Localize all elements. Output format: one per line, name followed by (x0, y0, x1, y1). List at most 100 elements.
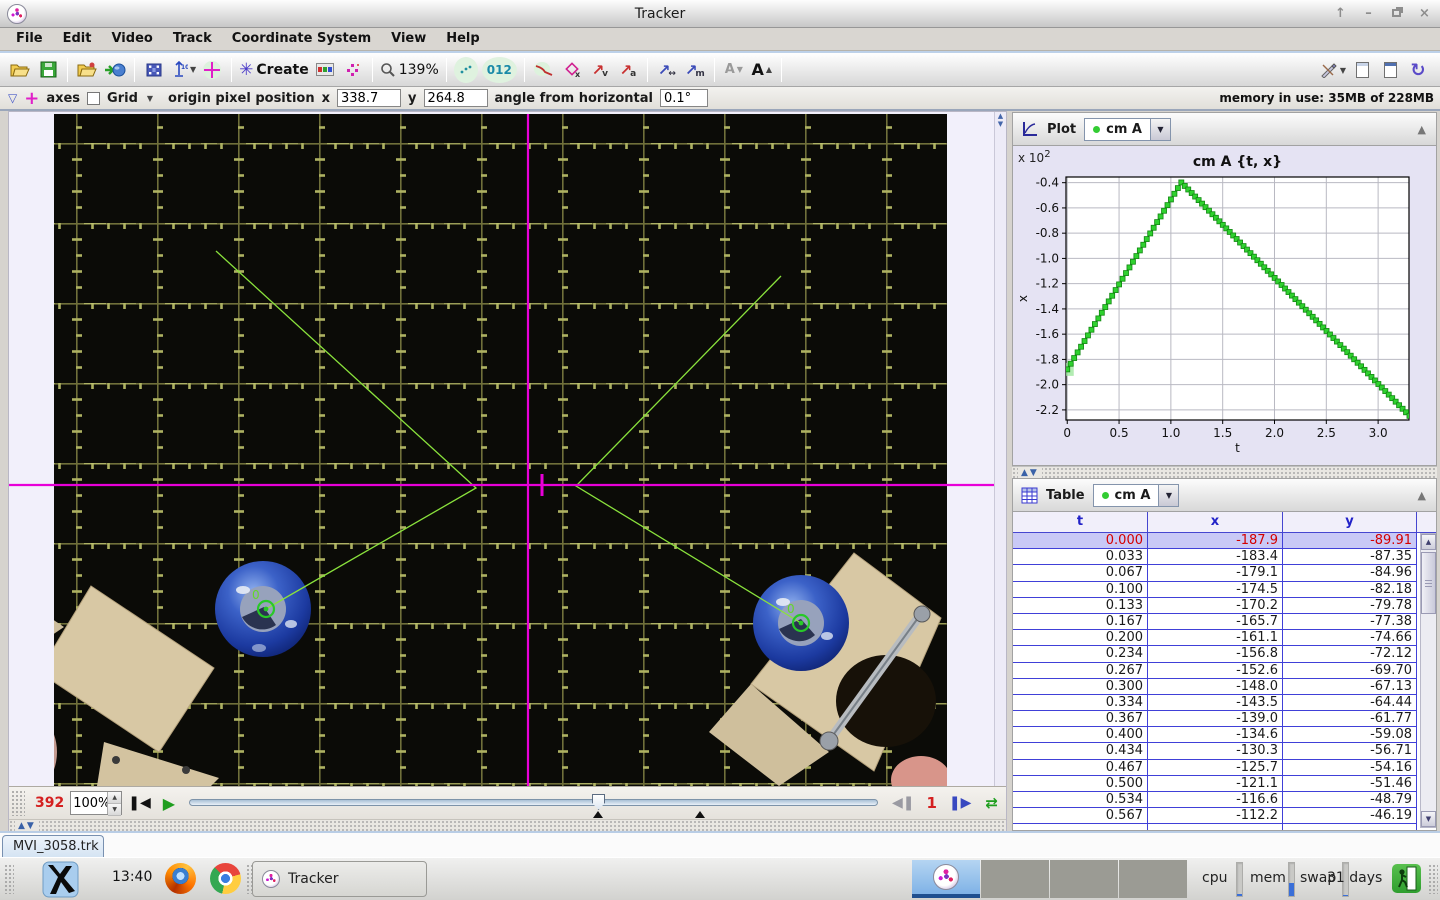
bottom-splitter[interactable]: ▲▼ (9, 819, 1006, 831)
menu-video[interactable]: Video (101, 28, 162, 50)
column-header-t[interactable]: t (1013, 512, 1148, 532)
video-vertical-scrollbar[interactable]: ▲▼ (994, 112, 1006, 786)
table-cell[interactable]: -130.3 (1148, 743, 1283, 758)
table-row[interactable]: 0.200-161.1-74.66 (1013, 630, 1417, 646)
table-cell[interactable]: -125.7 (1148, 760, 1283, 775)
clock[interactable]: 13:40 (112, 869, 152, 885)
spectral-line-icon[interactable] (341, 57, 365, 83)
table-row[interactable]: 0.400-134.6-59.08 (1013, 727, 1417, 743)
stretch-momentum-icon[interactable]: ↗m (683, 57, 707, 83)
table-row[interactable] (1013, 824, 1417, 831)
table-row[interactable]: 0.267-152.6-69.70 (1013, 663, 1417, 679)
table-track-dropdown[interactable]: cm A ▼ (1093, 484, 1180, 507)
panel-grip[interactable] (4, 864, 14, 894)
table-cell[interactable]: -54.16 (1283, 760, 1417, 775)
table-cell[interactable]: 0.067 (1013, 565, 1148, 580)
table-row[interactable]: 0.033-183.4-87.35 (1013, 549, 1417, 565)
table-row[interactable]: 0.300-148.0-67.13 (1013, 679, 1417, 695)
table-scrollbar[interactable]: ▲ ▼ (1420, 533, 1437, 828)
logout-button[interactable] (1392, 864, 1421, 893)
splitter-arrows-icon[interactable]: ▲▼ (15, 821, 39, 831)
table-cell[interactable]: 0.300 (1013, 679, 1148, 694)
panel-splitter[interactable]: ▲▼ (1012, 466, 1437, 478)
column-header-y[interactable]: y (1283, 512, 1417, 532)
table-cell[interactable]: -46.19 (1283, 808, 1417, 823)
table-cell[interactable]: -148.0 (1148, 679, 1283, 694)
frame-slider[interactable] (189, 791, 878, 815)
table-cell[interactable] (1283, 824, 1417, 831)
clip-settings-icon[interactable] (142, 57, 166, 83)
table-row[interactable]: 0.467-125.7-54.16 (1013, 760, 1417, 776)
slider-track[interactable] (189, 799, 878, 806)
table-cell[interactable]: -89.91 (1283, 533, 1417, 548)
slider-thumb[interactable] (592, 794, 605, 810)
zoom-icon[interactable]: 139% (380, 57, 439, 83)
positions-icon[interactable]: x (560, 57, 584, 83)
table-row[interactable]: 0.334-143.5-64.44 (1013, 695, 1417, 711)
table-cell[interactable]: 0.033 (1013, 549, 1148, 564)
table-row[interactable]: 0.567-112.2-46.19 (1013, 808, 1417, 824)
table-row[interactable]: 0.100-174.5-82.18 (1013, 582, 1417, 598)
table-cell[interactable]: 0.000 (1013, 533, 1148, 548)
step-forward-button[interactable]: ❚▶ (949, 795, 972, 811)
table-cell[interactable]: -74.66 (1283, 630, 1417, 645)
plot-track-dropdown[interactable]: cm A ▼ (1084, 118, 1171, 141)
table-cell[interactable]: -187.9 (1148, 533, 1283, 548)
table-dropdown-arrow-icon[interactable]: ▼ (1158, 485, 1178, 506)
table-cell[interactable]: 0.100 (1013, 582, 1148, 597)
table-cell[interactable] (1013, 824, 1148, 831)
grid-checkbox[interactable] (87, 92, 100, 105)
table-cell[interactable]: -183.4 (1148, 549, 1283, 564)
rate-input[interactable] (71, 792, 107, 814)
tab-mvi-3058[interactable]: MVI_3058.trk (2, 835, 104, 859)
copy-image-icon[interactable] (1350, 57, 1374, 83)
trails-icon[interactable] (532, 57, 556, 83)
table-cell[interactable]: 0.167 (1013, 614, 1148, 629)
table-cell[interactable]: -112.2 (1148, 808, 1283, 823)
scroll-down-icon[interactable]: ▼ (1421, 811, 1436, 827)
menu-coordinate-system[interactable]: Coordinate System (222, 28, 381, 50)
cpu-meter[interactable] (1236, 862, 1243, 897)
table-row[interactable]: 0.434-130.3-56.71 (1013, 743, 1417, 759)
table-cell[interactable]: -77.38 (1283, 614, 1417, 629)
table-cell[interactable]: -87.35 (1283, 549, 1417, 564)
track-filter-icon[interactable]: ▽ (8, 91, 17, 105)
table-cell[interactable]: 0.434 (1013, 743, 1148, 758)
table-cell[interactable]: 0.234 (1013, 646, 1148, 661)
grid-dropdown-icon[interactable]: ▼ (147, 94, 153, 103)
plot-collapse-button[interactable]: ▲ (1418, 123, 1426, 136)
table-header-row[interactable]: txy (1013, 512, 1436, 533)
table-row[interactable]: 0.167-165.7-77.38 (1013, 614, 1417, 630)
rate-down-icon[interactable]: ▼ (108, 804, 121, 816)
axes-icon[interactable]: + (24, 88, 39, 109)
table-cell[interactable]: -59.08 (1283, 727, 1417, 742)
step-size-value[interactable]: 1 (926, 794, 936, 812)
play-button[interactable]: ▶ (163, 794, 175, 813)
velocities-icon[interactable]: ↗v (588, 57, 612, 83)
firefox-launcher-icon[interactable] (165, 863, 196, 894)
xfce-menu-icon[interactable] (42, 861, 79, 898)
table-cell[interactable] (1148, 824, 1283, 831)
table-body[interactable]: 0.000-187.9-89.910.033-183.4-87.350.067-… (1013, 533, 1417, 831)
table-cell[interactable]: -67.13 (1283, 679, 1417, 694)
table-cell[interactable]: -121.1 (1148, 776, 1283, 791)
table-cell[interactable]: 0.133 (1013, 598, 1148, 613)
step-back-button[interactable]: ◀❚ (892, 795, 915, 811)
plot-canvas[interactable]: 00.51.01.52.02.53.0-0.4-0.6-0.8-1.0-1.2-… (1013, 146, 1438, 466)
table-cell[interactable]: 0.534 (1013, 792, 1148, 807)
table-cell[interactable]: 0.567 (1013, 808, 1148, 823)
table-cell[interactable]: -82.18 (1283, 582, 1417, 597)
workspace-1[interactable] (912, 860, 980, 898)
axes-toolbar-icon[interactable] (200, 57, 224, 83)
create-icon[interactable]: ✳Create (239, 57, 309, 83)
video-frame[interactable]: 0 0 (9, 112, 1006, 786)
table-cell[interactable]: -143.5 (1148, 695, 1283, 710)
font-bigger-icon[interactable]: A▲ (750, 57, 774, 83)
table-cell[interactable]: -116.6 (1148, 792, 1283, 807)
in-point-marker[interactable] (593, 811, 603, 818)
stretch-x-icon[interactable]: ↗↔ (655, 57, 679, 83)
table-cell[interactable]: -84.96 (1283, 565, 1417, 580)
table-cell[interactable]: -56.71 (1283, 743, 1417, 758)
table-cell[interactable]: 0.400 (1013, 727, 1148, 742)
splitter-arrows-icon[interactable]: ▲▼ (1018, 468, 1042, 478)
